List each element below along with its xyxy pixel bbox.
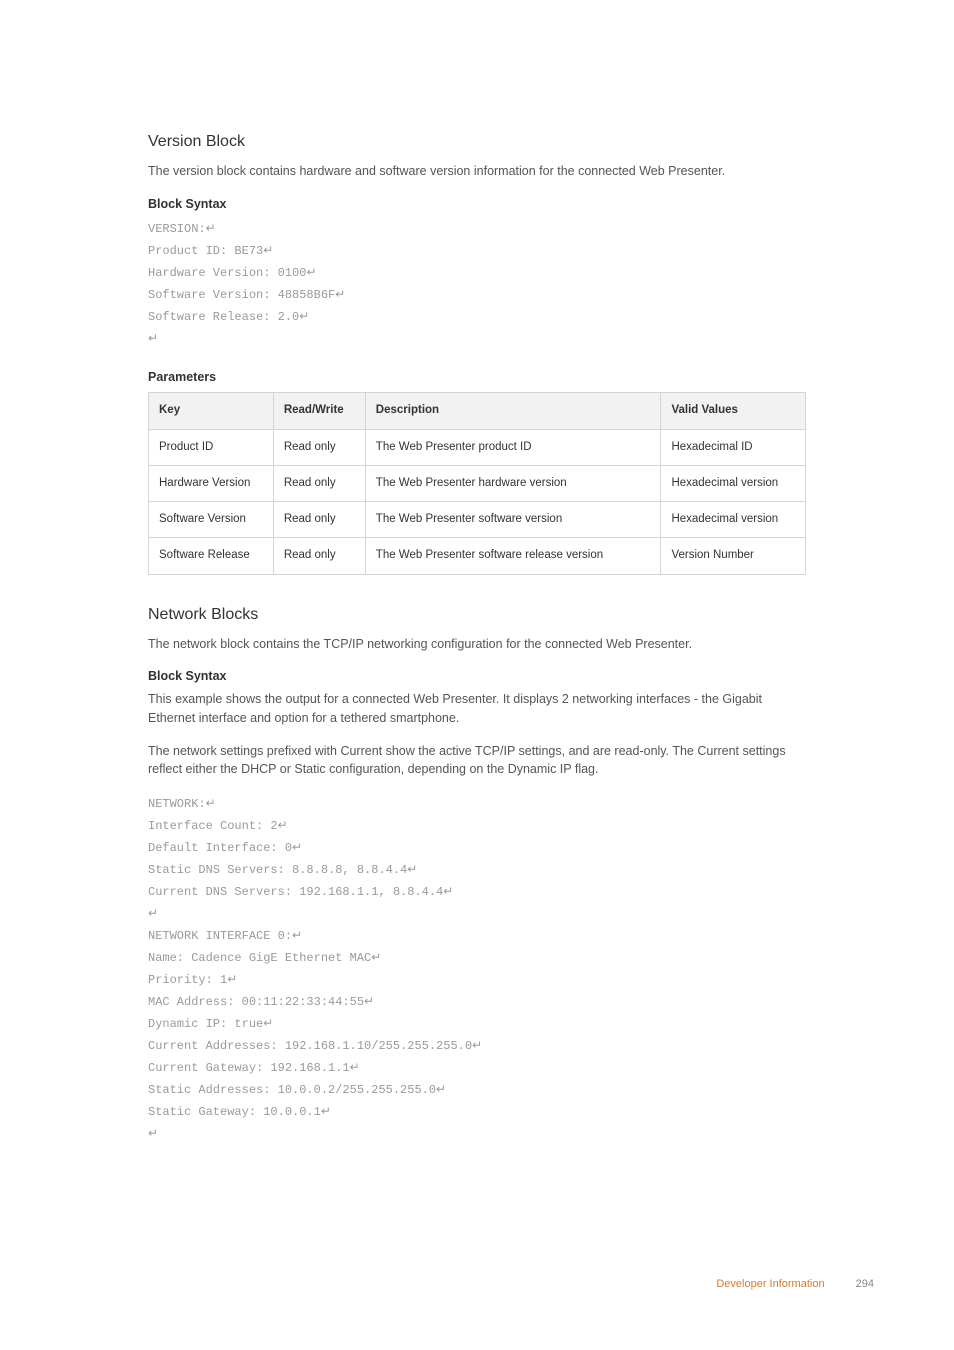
table-row: Hardware Version Read only The Web Prese… <box>149 465 806 501</box>
th-key: Key <box>149 393 274 429</box>
cell-key: Product ID <box>149 429 274 465</box>
cell-vv: Hexadecimal version <box>661 502 806 538</box>
version-block-code: VERSION:↵Product ID: BE73↵Hardware Versi… <box>148 218 806 350</box>
parameters-table: Key Read/Write Description Valid Values … <box>148 392 806 574</box>
footer-label: Developer Information <box>716 1278 824 1290</box>
cell-desc: The Web Presenter software release versi… <box>365 538 661 574</box>
th-rw: Read/Write <box>273 393 365 429</box>
table-row: Software Version Read only The Web Prese… <box>149 502 806 538</box>
cell-key: Software Version <box>149 502 274 538</box>
network-para-2: The network settings prefixed with Curre… <box>148 742 806 780</box>
network-para-1: This example shows the output for a conn… <box>148 690 806 728</box>
th-vv: Valid Values <box>661 393 806 429</box>
network-blocks-desc: The network block contains the TCP/IP ne… <box>148 635 806 654</box>
table-header-row: Key Read/Write Description Valid Values <box>149 393 806 429</box>
version-block-heading: Version Block <box>148 130 806 154</box>
cell-rw: Read only <box>273 502 365 538</box>
cell-vv: Hexadecimal ID <box>661 429 806 465</box>
cell-key: Hardware Version <box>149 465 274 501</box>
cell-rw: Read only <box>273 465 365 501</box>
parameters-heading: Parameters <box>148 368 806 387</box>
cell-vv: Version Number <box>661 538 806 574</box>
table-row: Product ID Read only The Web Presenter p… <box>149 429 806 465</box>
page: Version Block The version block contains… <box>0 0 954 1350</box>
cell-rw: Read only <box>273 429 365 465</box>
table-row: Software Release Read only The Web Prese… <box>149 538 806 574</box>
cell-desc: The Web Presenter hardware version <box>365 465 661 501</box>
footer-page-number: 294 <box>856 1278 874 1290</box>
network-block-code: NETWORK:↵Interface Count: 2↵Default Inte… <box>148 793 806 1145</box>
cell-rw: Read only <box>273 538 365 574</box>
cell-key: Software Release <box>149 538 274 574</box>
block-syntax-heading-1: Block Syntax <box>148 195 806 214</box>
version-block-desc: The version block contains hardware and … <box>148 162 806 181</box>
cell-desc: The Web Presenter product ID <box>365 429 661 465</box>
page-footer: Developer Information 294 <box>716 1276 874 1293</box>
cell-vv: Hexadecimal version <box>661 465 806 501</box>
network-blocks-heading: Network Blocks <box>148 603 806 627</box>
cell-desc: The Web Presenter software version <box>365 502 661 538</box>
block-syntax-heading-2: Block Syntax <box>148 667 806 686</box>
th-desc: Description <box>365 393 661 429</box>
